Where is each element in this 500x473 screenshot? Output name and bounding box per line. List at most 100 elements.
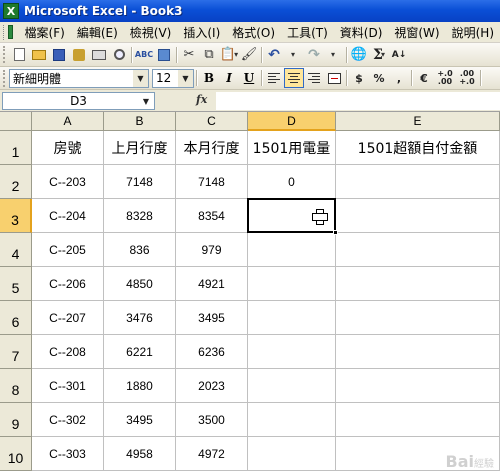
cell-c2[interactable]: 7148 — [176, 165, 248, 199]
menu-format[interactable]: 格式(O) — [226, 24, 281, 41]
menu-edit[interactable]: 編輯(E) — [71, 24, 124, 41]
cell-e5[interactable] — [336, 267, 500, 301]
cell-b1[interactable]: 上月行度 — [104, 131, 176, 165]
permission-button[interactable] — [69, 45, 89, 65]
italic-button[interactable]: I — [219, 68, 239, 88]
column-header-d[interactable]: D — [248, 112, 336, 131]
menu-grip[interactable] — [3, 24, 5, 40]
column-header-a[interactable]: A — [32, 112, 104, 131]
cell-a9[interactable]: C--302 — [32, 403, 104, 437]
save-button[interactable] — [49, 45, 69, 65]
spelling-button[interactable]: ABC — [134, 45, 154, 65]
column-header-e[interactable]: E — [336, 112, 500, 131]
cell-e8[interactable] — [336, 369, 500, 403]
align-left-button[interactable] — [264, 68, 284, 88]
cell-d8[interactable] — [248, 369, 336, 403]
cell-a1[interactable]: 房號 — [32, 131, 104, 165]
column-header-c[interactable]: C — [176, 112, 248, 131]
bold-button[interactable]: B — [199, 68, 219, 88]
chevron-down-icon[interactable]: ▼ — [178, 69, 193, 87]
cell-d6[interactable] — [248, 301, 336, 335]
cut-button[interactable]: ✂ — [179, 45, 199, 65]
cell-d5[interactable] — [248, 267, 336, 301]
insert-function-button[interactable]: fx — [196, 93, 207, 106]
row-header-2[interactable]: 2 — [0, 165, 32, 199]
row-header-5[interactable]: 5 — [0, 267, 32, 301]
menu-tools[interactable]: 工具(T) — [281, 24, 334, 41]
cell-b10[interactable]: 4958 — [104, 437, 176, 471]
cell-d4[interactable] — [248, 233, 336, 267]
cell-d1[interactable]: 1501用電量 — [248, 131, 336, 165]
cell-b5[interactable]: 4850 — [104, 267, 176, 301]
cell-a4[interactable]: C--205 — [32, 233, 104, 267]
excel-app-icon[interactable]: X — [3, 3, 19, 19]
autosum-button[interactable]: Σ ▾ — [369, 45, 389, 65]
row-header-1[interactable]: 1 — [0, 131, 32, 165]
menu-help[interactable]: 說明(H) — [446, 24, 500, 41]
cell-d7[interactable] — [248, 335, 336, 369]
row-header-8[interactable]: 8 — [0, 369, 32, 403]
cell-b3[interactable]: 8328 — [104, 199, 176, 233]
merge-center-button[interactable] — [324, 68, 344, 88]
currency-button[interactable]: $ — [349, 68, 369, 88]
cell-c7[interactable]: 6236 — [176, 335, 248, 369]
cell-c10[interactable]: 4972 — [176, 437, 248, 471]
row-header-10[interactable]: 10 — [0, 437, 32, 471]
undo-button[interactable]: ↶ — [264, 45, 284, 65]
cell-c9[interactable]: 3500 — [176, 403, 248, 437]
fill-handle[interactable] — [333, 230, 338, 235]
font-size-select[interactable]: 12 ▼ — [152, 68, 194, 88]
toolbar-grip[interactable] — [3, 69, 6, 87]
undo-dropdown[interactable]: ▾ — [284, 45, 304, 65]
cell-a5[interactable]: C--206 — [32, 267, 104, 301]
font-name-select[interactable]: 新細明體 ▼ — [9, 68, 149, 88]
column-header-b[interactable]: B — [104, 112, 176, 131]
row-header-3[interactable]: 3 — [0, 199, 32, 233]
name-box[interactable]: D3 ▼ — [2, 92, 155, 110]
menu-file[interactable]: 檔案(F) — [19, 24, 71, 41]
hyperlink-button[interactable]: 🌐 — [349, 45, 369, 65]
print-preview-button[interactable] — [109, 45, 129, 65]
row-header-7[interactable]: 7 — [0, 335, 32, 369]
cell-c6[interactable]: 3495 — [176, 301, 248, 335]
cell-e2[interactable] — [336, 165, 500, 199]
cell-e7[interactable] — [336, 335, 500, 369]
decrease-decimal-button[interactable]: .00 +.0 — [456, 68, 478, 88]
chevron-down-icon[interactable]: ▼ — [139, 94, 153, 108]
research-button[interactable] — [154, 45, 174, 65]
menu-data[interactable]: 資料(D) — [334, 24, 389, 41]
cell-c8[interactable]: 2023 — [176, 369, 248, 403]
menu-view[interactable]: 檢視(V) — [124, 24, 178, 41]
cell-b6[interactable]: 3476 — [104, 301, 176, 335]
open-button[interactable] — [29, 45, 49, 65]
increase-decimal-button[interactable]: +.0 .00 — [434, 68, 456, 88]
cell-a10[interactable]: C--303 — [32, 437, 104, 471]
cell-c3[interactable]: 8354 — [176, 199, 248, 233]
workbook-icon[interactable] — [8, 25, 13, 39]
cell-a8[interactable]: C--301 — [32, 369, 104, 403]
cell-b4[interactable]: 836 — [104, 233, 176, 267]
cell-a3[interactable]: C--204 — [32, 199, 104, 233]
cell-e6[interactable] — [336, 301, 500, 335]
align-right-button[interactable] — [304, 68, 324, 88]
redo-dropdown[interactable]: ▾ — [324, 45, 344, 65]
toolbar-grip[interactable] — [3, 46, 6, 63]
align-center-button[interactable] — [284, 68, 304, 88]
copy-button[interactable]: ⧉ — [199, 45, 219, 65]
cell-e3[interactable] — [336, 199, 500, 233]
new-button[interactable] — [9, 45, 29, 65]
cell-d2[interactable]: 0 — [248, 165, 336, 199]
cell-c1[interactable]: 本月行度 — [176, 131, 248, 165]
menu-window[interactable]: 視窗(W) — [388, 24, 445, 41]
sort-ascending-button[interactable]: A↓ — [389, 45, 409, 65]
comma-button[interactable]: , — [389, 68, 409, 88]
row-header-4[interactable]: 4 — [0, 233, 32, 267]
cell-b8[interactable]: 1880 — [104, 369, 176, 403]
cell-d9[interactable] — [248, 403, 336, 437]
underline-button[interactable]: U — [239, 68, 259, 88]
cell-e9[interactable] — [336, 403, 500, 437]
percent-button[interactable]: % — [369, 68, 389, 88]
row-header-6[interactable]: 6 — [0, 301, 32, 335]
cell-a7[interactable]: C--208 — [32, 335, 104, 369]
redo-button[interactable]: ↷ — [304, 45, 324, 65]
